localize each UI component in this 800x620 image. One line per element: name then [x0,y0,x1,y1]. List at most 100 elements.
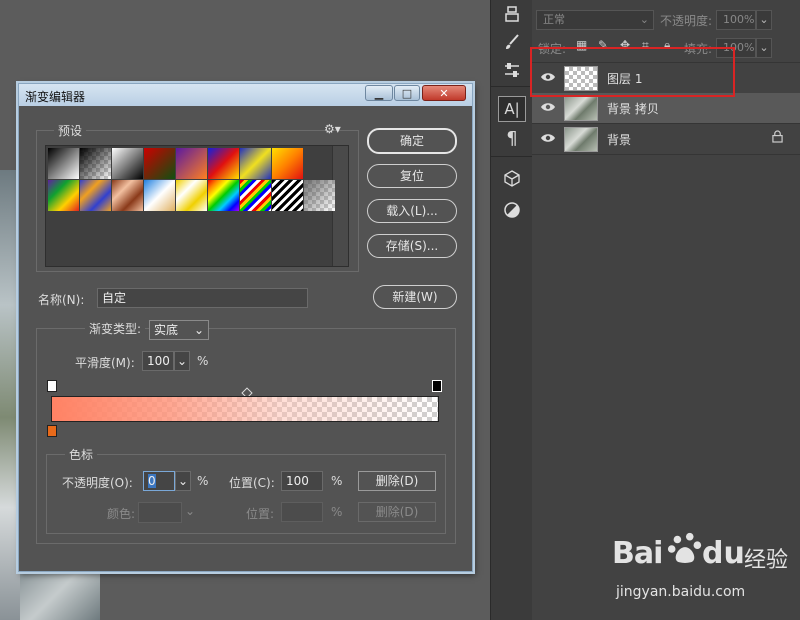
load-button[interactable]: 载入(L)... [367,199,457,223]
preset-swatch[interactable] [176,180,207,211]
divider [491,156,533,157]
percent-sign: % [331,474,343,488]
stop-opacity-input[interactable]: 0 [143,471,175,491]
close-button[interactable]: ✕ [422,85,466,101]
type-tool-glyph: A| [504,100,520,118]
gradient-editor-dialog: 渐变编辑器 ▁ □ ✕ 预设 ⚙▾ 确定 复位 载入(L)... 存储(S)..… [18,83,473,572]
opacity-stop-right[interactable] [432,380,442,392]
stop-delete-label: 删除(D) [375,474,419,488]
preset-swatch[interactable] [208,180,239,211]
new-button-label: 新建(W) [392,290,438,304]
divider [491,86,533,87]
visibility-eye-icon[interactable] [540,101,556,115]
reset-button-label: 复位 [399,169,424,183]
chevron-down-icon: ⌄ [193,323,204,337]
chevron-down-icon: ⌄ [639,13,649,26]
save-button[interactable]: 存储(S)... [367,234,457,258]
opacity-value: 100% [723,13,755,26]
stop-opacity-dropdown-button[interactable]: ⌄ [175,471,191,491]
color-stop-left[interactable] [47,425,57,437]
cube-stack-icon[interactable] [491,0,533,28]
color-delete-button[interactable]: 删除(D) [358,502,436,522]
paragraph-icon[interactable]: ¶ [491,124,533,152]
stop-opacity-value: 0 [148,474,156,488]
stop-location-label: 位置(C): [229,476,275,490]
stop-location-input[interactable]: 100 [281,471,323,491]
dialog-title-bar[interactable]: 渐变编辑器 ▁ □ ✕ [19,84,472,106]
stop-color-label: 颜色: [107,507,136,521]
sliders-icon[interactable] [491,56,533,84]
reset-button[interactable]: 复位 [367,164,457,188]
baidu-watermark: Bai du 经验 jingyan.baidu.com [612,530,792,610]
preset-swatch[interactable] [176,148,207,179]
percent-sign: % [197,474,209,488]
smoothness-value: 100 [147,354,170,368]
smoothness-dropdown-button[interactable]: ⌄ [174,351,190,371]
maximize-button[interactable]: □ [394,85,420,101]
presets-label: 预设 [54,122,87,139]
dialog-title: 渐变编辑器 [25,90,86,104]
brush-icon[interactable] [491,28,533,56]
lock-icon [772,130,783,146]
preset-swatch[interactable] [112,148,143,179]
percent-sign: % [197,354,209,368]
opacity-stop-left[interactable] [47,380,57,392]
minimize-icon: ▁ [374,86,384,100]
preset-swatch[interactable] [304,180,335,211]
adjustment-circle-icon[interactable] [491,196,533,224]
blend-mode-select[interactable]: 正常 ⌄ [536,10,654,30]
watermark-url: jingyan.baidu.com [616,584,746,600]
preset-swatch[interactable] [208,148,239,179]
stops-label: 色标 [65,446,98,463]
type-tool-icon[interactable]: A| [498,96,526,122]
layer-name: 背景 拷贝 [607,102,659,116]
preset-swatch[interactable] [144,180,175,211]
name-label: 名称(N): [38,293,85,307]
preset-swatch[interactable] [80,148,111,179]
close-icon: ✕ [439,86,449,100]
layer-row[interactable]: 背景 拷贝 [532,93,800,124]
gradient-type-label: 渐变类型: [85,320,146,337]
3d-cube-icon[interactable] [491,164,533,192]
preset-swatch[interactable] [48,148,79,179]
layer-thumbnail [564,96,598,121]
fill-dropdown-button[interactable]: ⌄ [756,38,772,58]
load-button-label: 载入(L)... [386,204,438,218]
stop-location-value: 100 [286,474,309,488]
color-delete-label: 删除(D) [375,505,419,519]
visibility-eye-icon[interactable] [540,132,556,146]
preset-swatch[interactable] [144,148,175,179]
minimize-button[interactable]: ▁ [365,85,393,101]
opacity-input[interactable]: 100% [716,10,756,30]
stop-color-swatch[interactable] [138,502,182,523]
gradient-type-select[interactable]: 实底 ⌄ [149,320,209,340]
new-button[interactable]: 新建(W) [373,285,457,309]
paw-logo-icon [666,530,704,571]
layer-name: 背景 [607,133,632,147]
highlight-annotation [530,47,735,97]
chevron-down-icon: ⌄ [185,504,196,518]
preset-swatch[interactable] [240,180,271,211]
stops-group [46,454,446,534]
preset-swatch[interactable] [48,180,79,211]
stop-delete-button[interactable]: 删除(D) [358,471,436,491]
opacity-dropdown-button[interactable]: ⌄ [756,10,772,30]
color-location-input[interactable] [281,502,323,522]
preset-swatch[interactable] [240,148,271,179]
name-input[interactable]: 自定 [97,288,308,308]
gradient-preview-bar[interactable] [51,396,439,422]
gear-menu-icon[interactable]: ⚙▾ [324,122,341,136]
preset-swatch[interactable] [80,180,111,211]
ok-button[interactable]: 确定 [367,128,457,154]
smoothness-input[interactable]: 100 [142,351,174,371]
save-button-label: 存储(S)... [385,239,439,253]
gradient-type-value: 实底 [154,323,179,337]
color-location-label: 位置: [246,507,275,521]
preset-swatch[interactable] [272,148,303,179]
layer-thumbnail [564,127,598,152]
preset-swatch[interactable] [272,180,303,211]
watermark-text: du [702,536,745,571]
paragraph-glyph: ¶ [506,127,518,149]
preset-swatch[interactable] [112,180,143,211]
layer-row[interactable]: 背景 [532,124,800,155]
